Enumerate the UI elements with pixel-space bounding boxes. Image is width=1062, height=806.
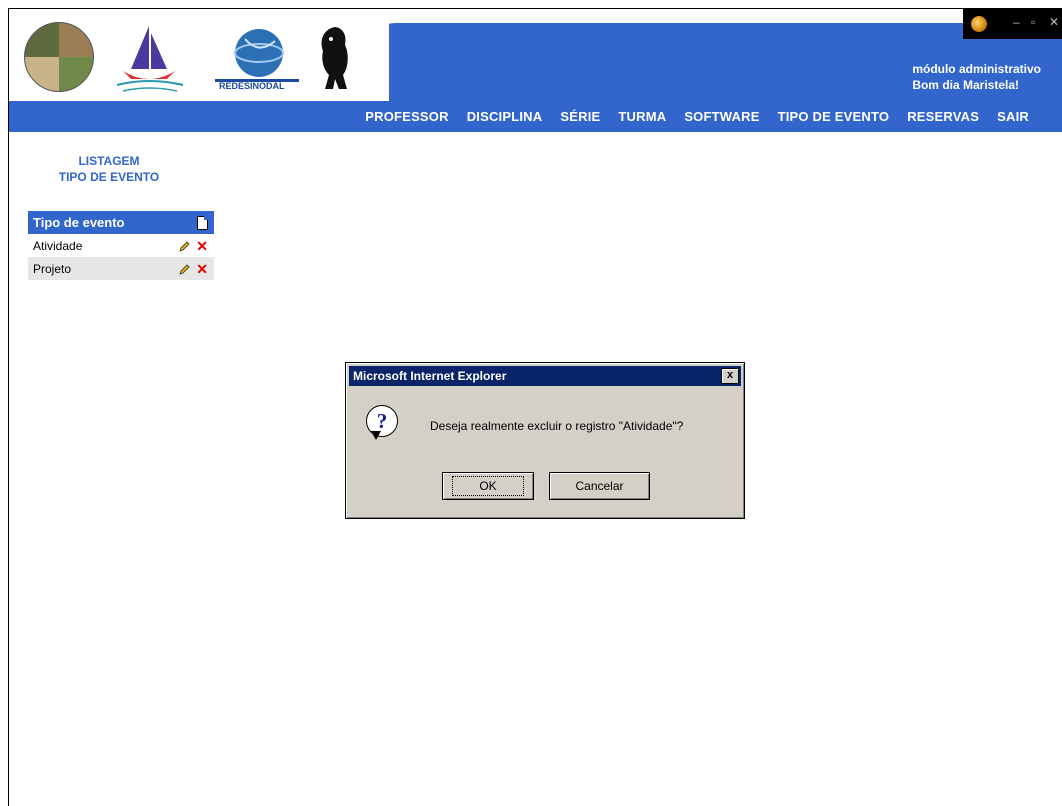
- edit-pencil-icon[interactable]: [178, 263, 190, 275]
- lion-logo: [321, 27, 348, 89]
- school-crest-logo: [24, 22, 94, 92]
- redesinodal-label: REDESINODAL: [219, 81, 285, 91]
- logo-area: REDESINODAL: [9, 9, 389, 107]
- edit-pencil-icon[interactable]: [178, 240, 190, 252]
- nav-software[interactable]: SOFTWARE: [684, 109, 759, 124]
- confirm-dialog: Microsoft Internet Explorer x ? Deseja r…: [345, 362, 745, 519]
- close-icon[interactable]: x: [721, 368, 739, 384]
- minimize-icon[interactable]: –: [1013, 15, 1020, 29]
- delete-x-icon[interactable]: ✕: [196, 262, 208, 276]
- nav-sair[interactable]: SAIR: [997, 109, 1029, 124]
- nav-professor[interactable]: PROFESSOR: [365, 109, 448, 124]
- ok-button[interactable]: OK: [442, 472, 534, 500]
- page-title-line2: TIPO DE EVENTO: [58, 170, 160, 184]
- row-label: Projeto: [33, 261, 72, 276]
- dialog-title: Microsoft Internet Explorer: [353, 369, 507, 383]
- page-title: LISTAGEM TIPO DE EVENTO: [39, 153, 179, 185]
- ok-button-label: OK: [452, 476, 524, 496]
- event-type-table: Tipo de evento Atividade ✕ Projeto ✕: [28, 211, 214, 280]
- greeting-text: Bom dia Maristela!: [912, 78, 1020, 92]
- dialog-titlebar: Microsoft Internet Explorer x: [349, 366, 741, 386]
- table-header-label: Tipo de evento: [33, 215, 125, 230]
- nav-reservas[interactable]: RESERVAS: [907, 109, 979, 124]
- greeting: módulo administrativo Bom dia Maristela!: [912, 61, 1041, 93]
- nav-serie[interactable]: SÉRIE: [560, 109, 600, 124]
- nav-disciplina[interactable]: DISCIPLINA: [467, 109, 543, 124]
- page-title-line1: LISTAGEM: [78, 154, 140, 168]
- new-record-icon[interactable]: [197, 215, 208, 230]
- table-row: Atividade ✕: [28, 234, 214, 257]
- cancel-button[interactable]: Cancelar: [549, 472, 650, 500]
- close-window-icon[interactable]: ✕: [1049, 15, 1059, 29]
- boat-logo: [116, 26, 184, 92]
- dialog-message: Deseja realmente excluir o registro "Ati…: [430, 419, 684, 433]
- ie-icon: [971, 16, 987, 32]
- delete-x-icon[interactable]: ✕: [196, 239, 208, 253]
- main-nav: PROFESSOR DISCIPLINA SÉRIE TURMA SOFTWAR…: [9, 101, 1062, 132]
- restore-icon[interactable]: ▫: [1031, 15, 1035, 29]
- nav-turma[interactable]: TURMA: [618, 109, 666, 124]
- window-controls: – ▫ ✕: [963, 9, 1062, 39]
- row-label: Atividade: [33, 238, 83, 253]
- table-row: Projeto ✕: [28, 257, 214, 280]
- redesinodal-globe-logo: [215, 29, 299, 82]
- nav-tipo-de-evento[interactable]: TIPO DE EVENTO: [778, 109, 890, 124]
- table-header: Tipo de evento: [28, 211, 214, 234]
- question-icon-tail: [371, 431, 381, 440]
- module-label: módulo administrativo: [912, 62, 1041, 76]
- cancel-button-label: Cancelar: [575, 479, 624, 493]
- header-banner: módulo administrativo Bom dia Maristela!: [373, 23, 1062, 109]
